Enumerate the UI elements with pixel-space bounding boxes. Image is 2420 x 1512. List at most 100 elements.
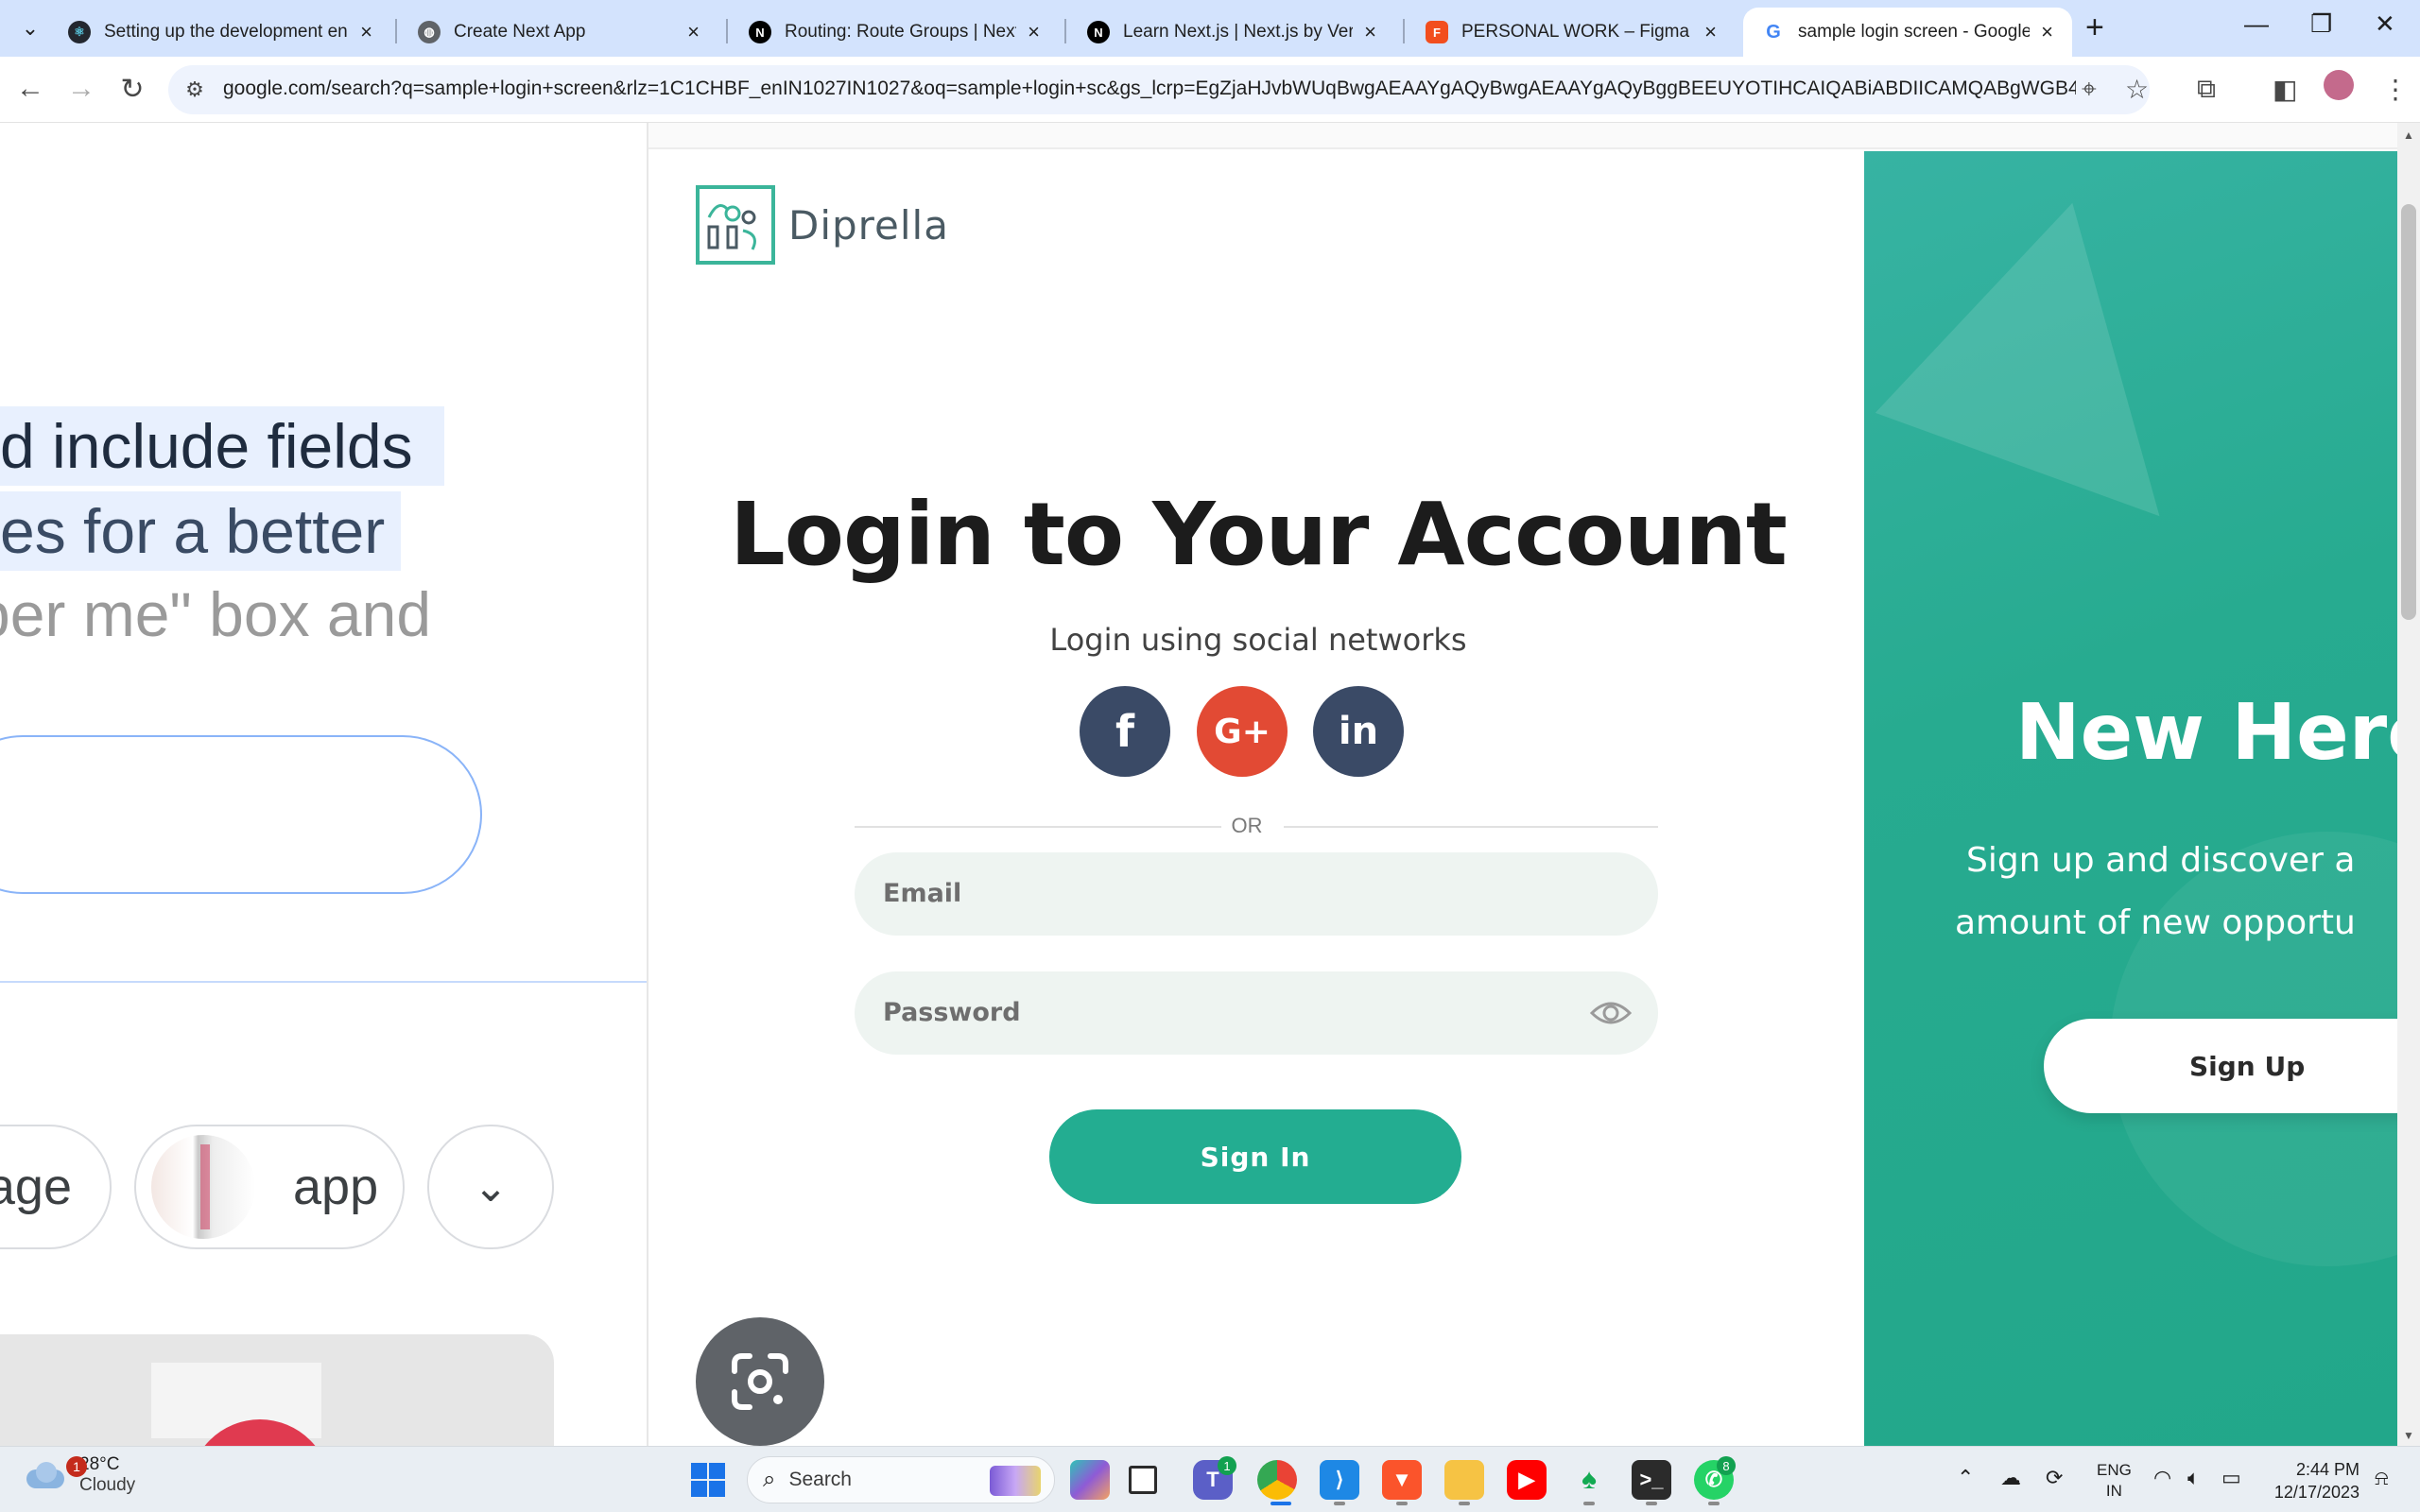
email-field[interactable]: Email [855, 852, 1658, 936]
windows-start-icon[interactable] [688, 1460, 728, 1500]
react-docs-icon: ⚛ [68, 21, 91, 43]
weather-badge: 1 [66, 1456, 87, 1477]
linkedin-icon[interactable]: in [1313, 686, 1404, 777]
scrollbar-thumb[interactable] [2401, 204, 2416, 620]
tab-title: Create Next App [454, 22, 586, 42]
tab-learn-nextjs[interactable]: N Learn Next.js | Next.js by Vercel × [1068, 8, 1395, 57]
close-icon[interactable]: × [687, 20, 700, 44]
youtube-icon[interactable]: ▶ [1507, 1460, 1547, 1500]
restore-button[interactable]: ❐ [2310, 9, 2332, 39]
battery-icon[interactable]: ▭ [2221, 1466, 2241, 1490]
vscode-icon[interactable]: ⟩ [1320, 1460, 1359, 1500]
app-indicator [1396, 1502, 1408, 1505]
notification-bell-icon[interactable]: ⍾ [2375, 1466, 2389, 1490]
close-icon[interactable]: × [1704, 20, 1717, 44]
password-placeholder: Password [883, 998, 1021, 1027]
tab-search-menu-button[interactable]: ⌄ [13, 11, 47, 45]
mongodb-icon[interactable]: ♠ [1569, 1460, 1609, 1500]
language-code: ENG [2097, 1461, 2132, 1479]
clock-time: 2:44 PM [2295, 1460, 2360, 1479]
copilot-icon[interactable] [1070, 1460, 1110, 1500]
chip-label: app [293, 1159, 379, 1215]
onedrive-icon[interactable]: ☁ [2000, 1466, 2021, 1490]
close-icon[interactable]: × [360, 20, 372, 44]
chevron-down-icon[interactable]: ⌄ [427, 1125, 554, 1249]
extensions-puzzle-icon[interactable]: ⧉ [2197, 74, 2216, 105]
tab-google-search[interactable]: G sample login screen - Google S × [1743, 8, 2072, 57]
image-result-card[interactable] [0, 1334, 554, 1446]
minimize-button[interactable]: — [2244, 9, 2269, 39]
decorative-triangle [1875, 163, 2251, 517]
search-highlight-icon [990, 1466, 1041, 1496]
password-field[interactable]: Password [855, 971, 1658, 1055]
language-indicator[interactable]: ENG IN [2097, 1460, 2132, 1502]
sign-up-button[interactable]: Sign Up [2044, 1019, 2401, 1113]
image-preview[interactable]: Diprella Login to Your Account Login usi… [648, 123, 2401, 1446]
side-panel-icon[interactable]: ◧ [2273, 74, 2297, 105]
whatsapp-badge: 8 [1717, 1456, 1736, 1475]
address-bar[interactable]: ⚙ google.com/search?q=sample+login+scree… [168, 65, 2150, 114]
browser-toolbar: ← → ↻ ⚙ google.com/search?q=sample+login… [0, 57, 2420, 123]
forward-arrow-icon[interactable]: → [62, 70, 100, 108]
tab-create-next-app[interactable]: ◍ Create Next App × [399, 8, 718, 57]
new-tab-button[interactable]: + [2085, 9, 2104, 46]
reload-icon[interactable]: ↻ [113, 70, 151, 108]
tab-route-groups[interactable]: N Routing: Route Groups | Next.js × [730, 8, 1059, 57]
new-here-heading: New Here [2015, 688, 2401, 778]
tab-figma[interactable]: F PERSONAL WORK – Figma × [1407, 8, 1736, 57]
tab-title: Learn Next.js | Next.js by Vercel [1123, 22, 1354, 42]
terminal-icon[interactable]: >_ [1632, 1460, 1671, 1500]
email-placeholder: Email [883, 879, 962, 908]
related-search-chip[interactable]: app [134, 1125, 405, 1249]
google-lens-icon[interactable] [696, 1317, 824, 1446]
close-window-button[interactable]: ✕ [2375, 9, 2395, 39]
tab-strip: ⌄ ⚛ Setting up the development en × ◍ Cr… [0, 0, 2420, 57]
volume-icon[interactable]: 🔈︎ [2187, 1466, 2200, 1490]
preview-top-edge [648, 123, 2401, 149]
globe-icon: ◍ [418, 21, 441, 43]
or-divider-text: OR [1231, 814, 1263, 837]
search-box[interactable] [0, 735, 482, 894]
chevron-up-icon[interactable]: ⌃ [1957, 1466, 1974, 1490]
related-search-chip[interactable]: age [0, 1125, 112, 1249]
scrollbar[interactable]: ▲ ▼ [2397, 123, 2420, 1446]
nextjs-icon: N [1087, 21, 1110, 43]
sync-icon[interactable]: ⟳ [2046, 1466, 2063, 1490]
signup-panel: New Here Sign up and discover a amount o… [1864, 151, 2401, 1446]
site-info-icon[interactable]: ⚙ [182, 77, 208, 103]
weather-widget[interactable]: 1 28°C Cloudy [23, 1454, 135, 1496]
figma-icon: F [1426, 21, 1448, 43]
snippet-line: per me" box and [0, 579, 432, 649]
app-indicator [1708, 1502, 1720, 1505]
snippet-line: d include fields [0, 406, 444, 486]
scroll-up-icon[interactable]: ▲ [2403, 129, 2414, 142]
snippet-line: es for a better [0, 491, 401, 571]
login-title: Login to Your Account [730, 484, 1788, 585]
more-menu-icon[interactable]: ⋮ [2382, 74, 2409, 105]
tab-setting-up-dev[interactable]: ⚛ Setting up the development en × [49, 8, 391, 57]
close-icon[interactable]: × [1364, 20, 1376, 44]
wifi-icon[interactable]: ◠ [2153, 1466, 2171, 1490]
brave-icon[interactable]: ▼ [1382, 1460, 1422, 1500]
google-plus-icon[interactable]: G+ [1197, 686, 1288, 777]
file-explorer-icon[interactable] [1444, 1460, 1484, 1500]
close-icon[interactable]: × [2041, 20, 2053, 44]
tab-title: Setting up the development en [104, 22, 348, 42]
sign-in-button[interactable]: Sign In [1049, 1109, 1461, 1204]
chrome-icon[interactable] [1257, 1460, 1297, 1500]
back-arrow-icon[interactable]: ← [11, 70, 49, 108]
eye-icon[interactable] [1588, 992, 1634, 1034]
url-text[interactable]: google.com/search?q=sample+login+screen&… [223, 77, 2076, 100]
chip-label: age [0, 1159, 72, 1215]
location-pin-icon[interactable]: ⌖ [2082, 74, 2097, 105]
close-icon[interactable]: × [1028, 20, 1040, 44]
avatar[interactable] [2324, 70, 2354, 100]
scroll-down-icon[interactable]: ▼ [2403, 1429, 2414, 1442]
clock[interactable]: 2:44 PM 12/17/2023 [2265, 1458, 2360, 1503]
tab-separator [395, 19, 397, 43]
signup-text: amount of new opportu [1955, 903, 2356, 942]
taskbar-search[interactable]: ⌕ Search [747, 1456, 1055, 1503]
task-view-icon[interactable] [1129, 1466, 1157, 1494]
bookmark-star-icon[interactable]: ☆ [2125, 74, 2149, 105]
facebook-icon[interactable]: f [1080, 686, 1170, 777]
